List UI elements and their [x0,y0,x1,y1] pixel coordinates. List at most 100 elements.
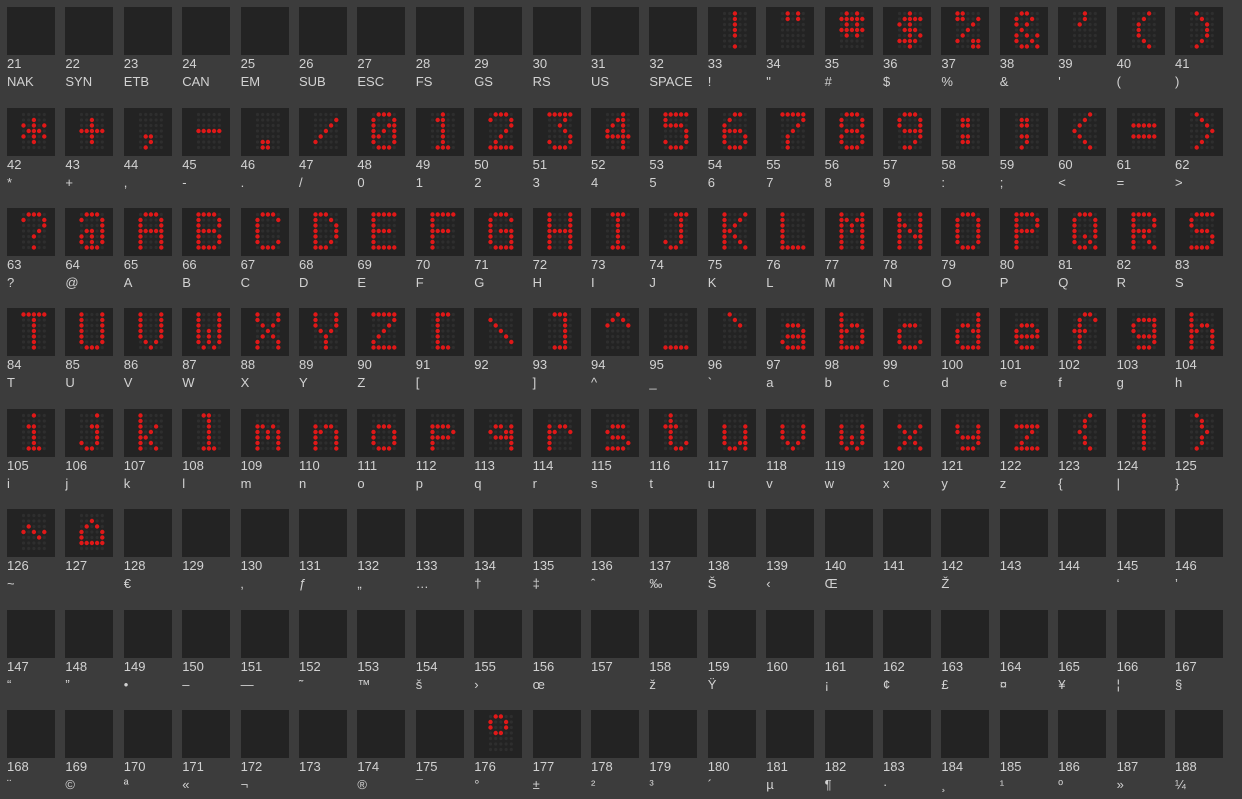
glyph-cell[interactable]: 87 W [175,301,233,397]
glyph-cell[interactable]: 132 „ [350,502,408,598]
glyph-cell[interactable]: 131 ƒ [292,502,350,598]
glyph-cell[interactable]: 62 > [1168,101,1226,197]
glyph-cell[interactable]: 138 Š [701,502,759,598]
glyph-cell[interactable]: 164 ¤ [993,603,1051,699]
glyph-cell[interactable]: 171 « [175,703,233,799]
glyph-cell[interactable]: 158 ž [642,603,700,699]
glyph-cell[interactable]: 186 º [1051,703,1109,799]
glyph-cell[interactable]: 53 5 [642,101,700,197]
glyph-cell[interactable]: 140 Œ [818,502,876,598]
glyph-cell[interactable]: 144 [1051,502,1109,598]
glyph-cell[interactable]: 118 v [759,402,817,498]
glyph-cell[interactable]: 99 c [876,301,934,397]
glyph-cell[interactable]: 96 ` [701,301,759,397]
glyph-cell[interactable]: 76 L [759,201,817,297]
glyph-cell[interactable]: 183 · [876,703,934,799]
glyph-cell[interactable]: 125} [1168,402,1226,498]
glyph-cell[interactable]: 41) [1168,0,1226,96]
glyph-cell[interactable]: 63? [0,201,58,297]
glyph-cell[interactable]: 32 SPACE [642,0,700,96]
glyph-cell[interactable]: 135 ‡ [526,502,584,598]
glyph-cell[interactable]: 43 + [58,101,116,197]
glyph-cell[interactable]: 23 ETB [117,0,175,96]
glyph-cell[interactable]: 105 i [0,402,58,498]
glyph-cell[interactable]: 91[ [409,301,467,397]
glyph-cell[interactable]: 46. [234,101,292,197]
glyph-cell[interactable]: 35 # [818,0,876,96]
glyph-cell[interactable]: 111 o [350,402,408,498]
glyph-cell[interactable]: 150– [175,603,233,699]
glyph-cell[interactable]: 181 µ [759,703,817,799]
glyph-cell[interactable]: 116 t [642,402,700,498]
glyph-cell[interactable]: 69 E [350,201,408,297]
glyph-cell[interactable]: 173 [292,703,350,799]
glyph-cell[interactable]: 136 ˆ [584,502,642,598]
glyph-cell[interactable]: 72 H [526,201,584,297]
glyph-cell[interactable]: 88 X [234,301,292,397]
glyph-cell[interactable]: 141 [876,502,934,598]
glyph-cell[interactable]: 26 SUB [292,0,350,96]
glyph-cell[interactable]: 61 = [1110,101,1168,197]
glyph-cell[interactable]: 42 * [0,101,58,197]
glyph-cell[interactable]: 45- [175,101,233,197]
glyph-cell[interactable]: 75 K [701,201,759,297]
glyph-cell[interactable]: 128 € [117,502,175,598]
glyph-cell[interactable]: 169 © [58,703,116,799]
glyph-cell[interactable]: 64 @ [58,201,116,297]
glyph-cell[interactable]: 110 n [292,402,350,498]
glyph-cell[interactable]: 60 < [1051,101,1109,197]
glyph-cell[interactable]: 143 [993,502,1051,598]
glyph-cell[interactable]: 142 Ž [934,502,992,598]
glyph-cell[interactable]: 52 4 [584,101,642,197]
glyph-cell[interactable]: 40( [1110,0,1168,96]
glyph-cell[interactable]: 112 p [409,402,467,498]
glyph-cell[interactable]: 70 F [409,201,467,297]
glyph-cell[interactable]: 154 š [409,603,467,699]
glyph-cell[interactable]: 59; [993,101,1051,197]
glyph-cell[interactable]: 122 z [993,402,1051,498]
glyph-cell[interactable]: 162 ¢ [876,603,934,699]
glyph-cell[interactable]: 113 q [467,402,525,498]
glyph-cell[interactable]: 149 • [117,603,175,699]
glyph-cell[interactable]: 50 2 [467,101,525,197]
glyph-cell[interactable]: 145 ‘ [1110,502,1168,598]
glyph-cell[interactable]: 157 [584,603,642,699]
glyph-cell[interactable]: 58: [934,101,992,197]
glyph-cell[interactable]: 109 m [234,402,292,498]
glyph-cell[interactable]: 152 ˜ [292,603,350,699]
glyph-cell[interactable]: 185 ¹ [993,703,1051,799]
glyph-cell[interactable]: 49 1 [409,101,467,197]
glyph-cell[interactable]: 54 6 [701,101,759,197]
glyph-cell[interactable]: 36 $ [876,0,934,96]
glyph-cell[interactable]: 94 ^ [584,301,642,397]
glyph-cell[interactable]: 25 EM [234,0,292,96]
glyph-cell[interactable]: 148” [58,603,116,699]
glyph-cell[interactable]: 47/ [292,101,350,197]
glyph-cell[interactable]: 167 § [1168,603,1226,699]
glyph-cell[interactable]: 179 ³ [642,703,700,799]
glyph-cell[interactable]: 180 ´ [701,703,759,799]
glyph-cell[interactable]: 161 ¡ [818,603,876,699]
glyph-cell[interactable]: 123{ [1051,402,1109,498]
glyph-cell[interactable]: 127 [58,502,116,598]
glyph-cell[interactable]: 28 FS [409,0,467,96]
glyph-cell[interactable]: 57 9 [876,101,934,197]
glyph-cell[interactable]: 67 C [234,201,292,297]
glyph-cell[interactable]: 65 A [117,201,175,297]
glyph-cell[interactable]: 30 RS [526,0,584,96]
glyph-cell[interactable]: 85 U [58,301,116,397]
glyph-cell[interactable]: 165 ¥ [1051,603,1109,699]
glyph-cell[interactable]: 188 ¼ [1168,703,1226,799]
glyph-cell[interactable]: 114 r [526,402,584,498]
glyph-cell[interactable]: 170 ª [117,703,175,799]
glyph-cell[interactable]: 133… [409,502,467,598]
glyph-cell[interactable]: 86 V [117,301,175,397]
glyph-cell[interactable]: 115 s [584,402,642,498]
glyph-cell[interactable]: 146’ [1168,502,1226,598]
glyph-cell[interactable]: 24 CAN [175,0,233,96]
glyph-cell[interactable]: 137 ‰ [642,502,700,598]
glyph-cell[interactable]: 81 Q [1051,201,1109,297]
glyph-cell[interactable]: 107 k [117,402,175,498]
glyph-cell[interactable]: 21 NAK [0,0,58,96]
glyph-cell[interactable]: 103 g [1110,301,1168,397]
